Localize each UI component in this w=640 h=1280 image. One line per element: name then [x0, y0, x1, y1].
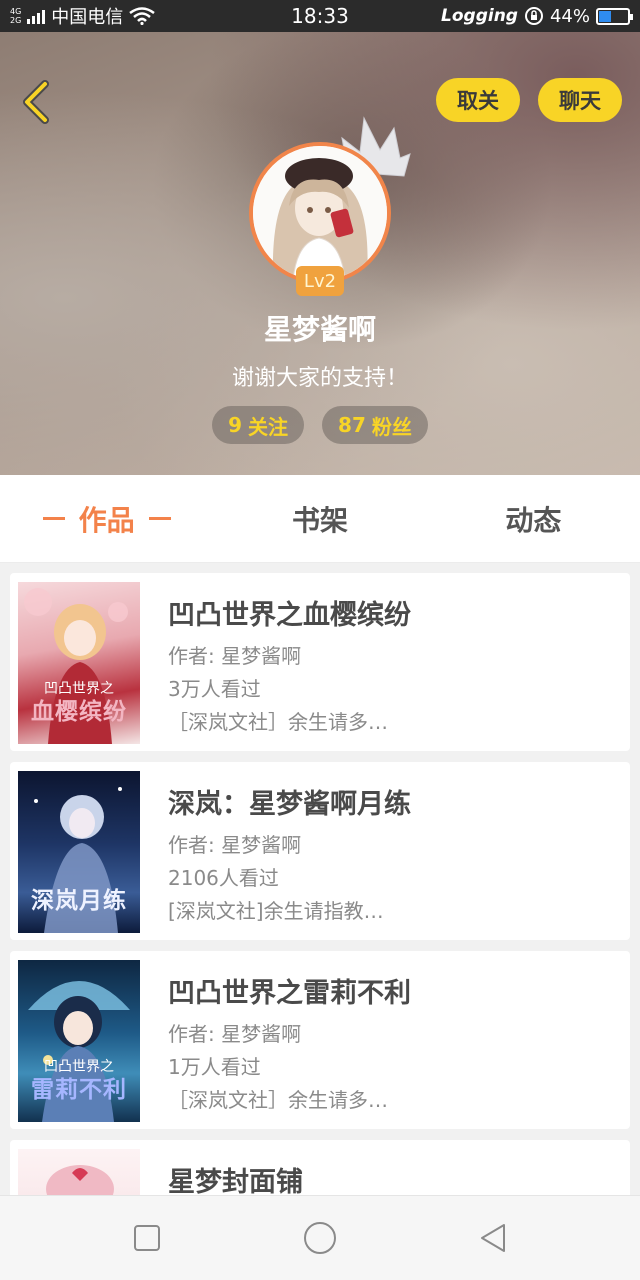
battery-icon [596, 7, 633, 25]
active-indicator-right [148, 517, 171, 520]
followers-count: 87 [338, 413, 366, 437]
cover-title: 雷莉不利 [31, 1077, 127, 1103]
book-info: 凹凸世界之血樱缤纷 作者: 星梦酱啊 3万人看过 ［深岚文社］余生请多… [168, 593, 620, 739]
chevron-left-icon [23, 80, 49, 124]
square-icon [133, 1225, 160, 1251]
cover-title: 血樱缤纷 [31, 699, 127, 725]
profile-nickname: 星梦酱啊 [263, 313, 376, 346]
triangle-back-icon [481, 1224, 506, 1252]
level-badge: Lv2 [296, 266, 344, 296]
book-cover[interactable] [18, 1149, 140, 1195]
status-left: 4G 2G 中国电信 [10, 3, 156, 29]
home-button[interactable] [290, 1208, 350, 1268]
book-info: 深岚：星梦酱啊月练 作者: 星梦酱啊 2106人看过 [深岚文社]余生请指教… [168, 782, 620, 928]
header-actions: 取关 聊天 [436, 78, 622, 122]
book-card[interactable]: 星梦封面铺 [10, 1140, 630, 1195]
book-tag: [深岚文社]余生请指教… [168, 899, 384, 923]
tab-works-label: 作品 [78, 503, 135, 537]
tab-bookshelf[interactable]: 书架 [213, 499, 426, 539]
following-stat[interactable]: 9 关注 [212, 406, 305, 444]
recents-button[interactable] [117, 1208, 177, 1268]
book-title: 凹凸世界之雷莉不利 [168, 978, 411, 1009]
profile-header: 取关 聊天 Lv2 星梦酱啊 谢谢大家的支持！ 9 关注 87 粉丝 [0, 32, 640, 475]
carrier-name: 中国电信 [51, 7, 124, 28]
book-views: 2106人看过 [168, 866, 279, 890]
book-tag: ［深岚文社］余生请多… [168, 710, 388, 734]
book-author: 作者: 星梦酱啊 [168, 644, 302, 668]
network-bottom-label: 2G [10, 16, 22, 25]
works-list: 凹凸世界之 血樱缤纷 凹凸世界之血樱缤纷 作者: 星梦酱啊 3万人看过 ［深岚文… [0, 563, 640, 1195]
profile-signature: 谢谢大家的支持！ [231, 366, 408, 391]
book-info: 星梦封面铺 [168, 1160, 620, 1195]
rotation-lock-icon [524, 7, 543, 25]
network-top-label: 4G [10, 7, 22, 16]
book-views: 1万人看过 [168, 1055, 261, 1079]
active-indicator-left [42, 517, 65, 520]
status-right: Logging 44% [441, 5, 633, 27]
followers-stat[interactable]: 87 粉丝 [322, 406, 428, 444]
book-tag: ［深岚文社］余生请多… [168, 1088, 388, 1112]
system-back-button[interactable] [463, 1208, 523, 1268]
book-card[interactable]: 凹凸世界之 雷莉不利 凹凸世界之雷莉不利 作者: 星梦酱啊 1万人看过 ［深岚文… [10, 951, 630, 1129]
battery-percent: 44% [549, 5, 590, 27]
book-author: 作者: 星梦酱啊 [168, 833, 302, 857]
book-card[interactable]: 深岚月练 深岚：星梦酱啊月练 作者: 星梦酱啊 2106人看过 [深岚文社]余生… [10, 762, 630, 940]
tab-works[interactable]: 作品 [0, 499, 213, 539]
book-author: 作者: 星梦酱啊 [168, 1022, 302, 1046]
following-label: 关注 [248, 414, 289, 439]
unfollow-button[interactable]: 取关 [436, 78, 520, 122]
book-cover[interactable]: 深岚月练 [18, 771, 140, 933]
following-count: 9 [228, 413, 243, 437]
avatar-illustration [253, 146, 387, 280]
tab-activity[interactable]: 动态 [427, 499, 640, 539]
cover-title: 深岚月练 [31, 888, 127, 914]
book-info: 凹凸世界之雷莉不利 作者: 星梦酱啊 1万人看过 ［深岚文社］余生请多… [168, 971, 620, 1117]
profile-stats: 9 关注 87 粉丝 [0, 406, 640, 444]
avatar[interactable] [249, 142, 391, 284]
battery-level-fill [599, 10, 612, 22]
chat-button[interactable]: 聊天 [538, 78, 622, 122]
logging-label: Logging [441, 6, 518, 26]
book-cover[interactable]: 凹凸世界之 雷莉不利 [18, 960, 140, 1122]
system-nav-bar [0, 1195, 640, 1280]
book-card[interactable]: 凹凸世界之 血樱缤纷 凹凸世界之血樱缤纷 作者: 星梦酱啊 3万人看过 ［深岚文… [10, 573, 630, 751]
book-title: 星梦封面铺 [168, 1167, 303, 1195]
book-cover[interactable]: 凹凸世界之 血樱缤纷 [18, 582, 140, 744]
profile-tabs: 作品 书架 动态 [0, 475, 640, 563]
cover-art [46, 1165, 114, 1195]
wifi-icon [129, 7, 156, 25]
book-title: 深岚：星梦酱啊月练 [168, 789, 411, 820]
status-bar: 4G 2G 中国电信 18:33 Logging 44% [0, 0, 640, 32]
followers-label: 粉丝 [371, 414, 412, 439]
circle-icon [303, 1222, 336, 1254]
back-button[interactable] [14, 76, 58, 128]
network-type: 4G 2G [10, 7, 21, 25]
book-views: 3万人看过 [168, 677, 261, 701]
book-title: 凹凸世界之血樱缤纷 [168, 600, 411, 631]
signal-icon [27, 8, 46, 24]
